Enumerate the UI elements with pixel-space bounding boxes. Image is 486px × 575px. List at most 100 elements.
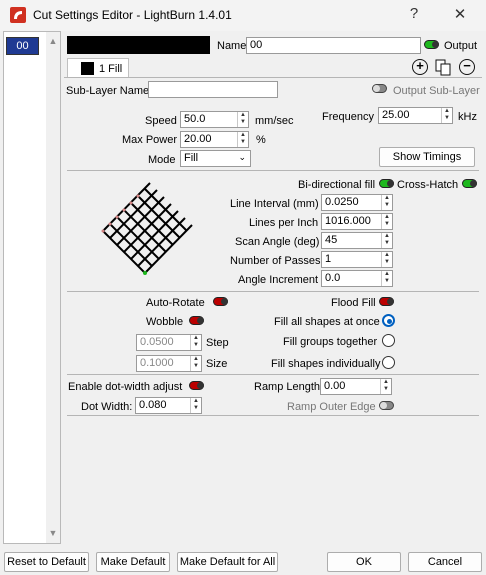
- output-sublayer-toggle[interactable]: [372, 84, 387, 93]
- mode-label: Mode: [148, 154, 176, 166]
- output-label: Output: [444, 40, 478, 52]
- max-power-stepper-icon[interactable]: ▲ ▼: [237, 132, 248, 147]
- cancel-button[interactable]: Cancel: [408, 552, 482, 572]
- help-button[interactable]: ?: [399, 5, 429, 25]
- sublayer-name-label: Sub-Layer Name: [66, 85, 150, 97]
- divider-1: [67, 170, 479, 171]
- wobble-toggle[interactable]: [189, 316, 204, 325]
- tab-color-swatch: [81, 62, 94, 75]
- lpi-stepper-icon[interactable]: ▲ ▼: [381, 214, 392, 229]
- copy-sublayer-icon[interactable]: [435, 59, 452, 76]
- passes-label: Number of Passes: [230, 255, 321, 267]
- line-interval-value: 0.0250: [325, 196, 359, 208]
- wobble-label: Wobble: [146, 316, 184, 328]
- dot-width-field[interactable]: 0.080 ▲ ▼: [135, 397, 202, 414]
- lpi-value: 1016.000: [325, 215, 371, 227]
- tab-1-fill[interactable]: 1 Fill: [67, 58, 129, 78]
- step-stepper-icon[interactable]: ▲ ▼: [190, 335, 201, 350]
- bidirectional-label: Bi-directional fill: [298, 179, 376, 191]
- frequency-label: Frequency: [322, 111, 374, 123]
- layer-list-scrollbar[interactable]: [46, 32, 60, 543]
- max-power-value: 20.00: [184, 133, 212, 145]
- size-value: 0.1000: [140, 357, 174, 369]
- fill-individually-radio[interactable]: [382, 356, 395, 369]
- crosshatch-label: Cross-Hatch: [397, 179, 459, 191]
- mode-value: Fill: [184, 152, 199, 164]
- window-title: Cut Settings Editor - LightBurn 1.4.01: [33, 8, 232, 22]
- speed-stepper-icon[interactable]: ▲ ▼: [237, 112, 248, 127]
- sublayer-name-field[interactable]: [148, 81, 278, 98]
- make-default-button[interactable]: Make Default: [96, 552, 170, 572]
- dot-width-stepper-icon[interactable]: ▲ ▼: [190, 398, 201, 413]
- frequency-field[interactable]: 25.00 ▲ ▼: [378, 107, 453, 124]
- layer-color-swatch[interactable]: [67, 36, 210, 54]
- output-toggle[interactable]: [424, 40, 439, 49]
- layer-item-00[interactable]: 00: [6, 37, 39, 55]
- scan-angle-stepper-icon[interactable]: ▲ ▼: [381, 233, 392, 248]
- auto-rotate-toggle[interactable]: [213, 297, 228, 306]
- name-label: Name: [217, 40, 247, 52]
- fill-all-label: Fill all shapes at once: [274, 316, 380, 328]
- ramp-outer-label: Ramp Outer Edge: [287, 401, 376, 413]
- fill-preview: [98, 178, 198, 278]
- line-interval-field[interactable]: 0.0250 ▲ ▼: [321, 194, 393, 211]
- reset-to-default-button[interactable]: Reset to Default: [4, 552, 89, 572]
- show-timings-button[interactable]: Show Timings: [379, 147, 475, 167]
- step-field[interactable]: 0.0500 ▲ ▼: [136, 334, 202, 351]
- ramp-length-field[interactable]: 0.00 ▲ ▼: [320, 378, 392, 395]
- passes-value: 1: [325, 253, 332, 265]
- remove-sublayer-icon[interactable]: −: [459, 59, 475, 75]
- scan-angle-value: 45: [325, 234, 338, 246]
- ramp-length-stepper-icon[interactable]: ▲ ▼: [380, 379, 391, 394]
- lpi-field[interactable]: 1016.000 ▲ ▼: [321, 213, 393, 230]
- divider-2: [67, 291, 479, 292]
- max-power-field[interactable]: 20.00 ▲ ▼: [180, 131, 249, 148]
- output-sublayer-label: Output Sub-Layer: [393, 85, 480, 97]
- tab-label: 1 Fill: [99, 63, 123, 75]
- close-button[interactable]: ✕: [445, 5, 475, 25]
- scan-angle-label: Scan Angle (deg): [235, 236, 320, 248]
- size-label: Size: [206, 358, 228, 370]
- divider-3: [67, 374, 479, 375]
- mode-select[interactable]: Fill ⌄: [180, 150, 251, 167]
- step-value: 0.0500: [140, 336, 174, 348]
- angle-increment-stepper-icon[interactable]: ▲ ▼: [381, 271, 392, 286]
- speed-field[interactable]: 50.0 ▲ ▼: [180, 111, 249, 128]
- add-sublayer-icon[interactable]: +: [412, 59, 428, 75]
- ramp-outer-toggle[interactable]: [379, 401, 394, 410]
- size-field[interactable]: 0.1000 ▲ ▼: [136, 355, 202, 372]
- fill-individually-label: Fill shapes individually: [271, 358, 381, 370]
- frequency-unit: kHz: [458, 111, 477, 123]
- lpi-label: Lines per Inch: [249, 217, 319, 229]
- ok-button[interactable]: OK: [327, 552, 401, 572]
- passes-stepper-icon[interactable]: ▲ ▼: [381, 252, 392, 267]
- flood-fill-toggle[interactable]: [379, 297, 394, 306]
- angle-increment-field[interactable]: 0.0 ▲ ▼: [321, 270, 393, 287]
- flood-fill-label: Flood Fill: [331, 297, 376, 309]
- size-stepper-icon[interactable]: ▲ ▼: [190, 356, 201, 371]
- max-power-unit: %: [256, 134, 266, 146]
- make-default-for-all-button[interactable]: Make Default for All: [177, 552, 278, 572]
- scan-angle-field[interactable]: 45 ▲ ▼: [321, 232, 393, 249]
- frequency-stepper-icon[interactable]: ▲ ▼: [441, 108, 452, 123]
- name-field[interactable]: 00: [246, 37, 421, 54]
- max-power-label: Max Power: [122, 134, 178, 146]
- ramp-length-value: 0.00: [324, 380, 346, 392]
- dot-width-label: Dot Width:: [81, 401, 133, 413]
- app-icon: [10, 7, 26, 23]
- scroll-up-icon[interactable]: ▲: [46, 36, 60, 48]
- line-interval-label: Line Interval (mm): [230, 198, 319, 210]
- speed-unit: mm/sec: [255, 115, 294, 127]
- speed-label: Speed: [145, 115, 177, 127]
- line-interval-stepper-icon[interactable]: ▲ ▼: [381, 195, 392, 210]
- crosshatch-toggle[interactable]: [462, 179, 477, 188]
- angle-increment-value: 0.0: [325, 272, 341, 284]
- auto-rotate-label: Auto-Rotate: [146, 297, 205, 309]
- enable-dot-toggle[interactable]: [189, 381, 204, 390]
- bidirectional-toggle[interactable]: [379, 179, 394, 188]
- divider-4: [67, 415, 479, 416]
- fill-all-radio[interactable]: [382, 314, 395, 327]
- passes-field[interactable]: 1 ▲ ▼: [321, 251, 393, 268]
- scroll-down-icon[interactable]: ▼: [46, 528, 60, 540]
- fill-groups-radio[interactable]: [382, 334, 395, 347]
